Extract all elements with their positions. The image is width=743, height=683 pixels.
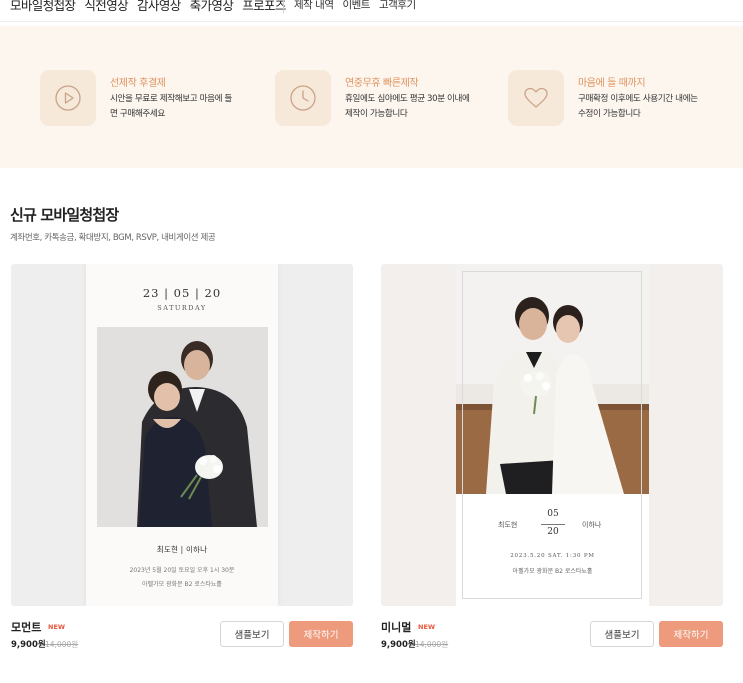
menu-item-pre-ceremony-video[interactable]: 식전영상	[84, 0, 128, 14]
product-name[interactable]: 모먼트	[11, 619, 41, 635]
original-price: 14,000원	[45, 640, 79, 649]
feature-title: 연중무휴 빠른제작	[345, 78, 419, 89]
wedding-month: 05	[547, 509, 559, 519]
sub-menu: 제작 내역 이벤트 고객후기	[294, 0, 416, 12]
wedding-datetime: 2023년 5월 20일 토요일 오후 1시 30분	[129, 567, 235, 574]
couple-names: 최도현 | 이하나	[156, 545, 208, 554]
feature-description: 구매확정 이후에도 사용기간 내에는 수정이 가능합니다	[578, 94, 698, 119]
wedding-weekday: SATURDAY	[157, 304, 207, 312]
wedding-day: 20	[547, 527, 559, 537]
menu-item-thanks-video[interactable]: 감사영상	[137, 0, 181, 14]
features-banner: 선제작 후결제 시안을 무료로 제작해보고 마음에 들면 구매해주세요 연중무휴…	[0, 26, 743, 168]
top-navigation: 모바일청첩장 식전영상 감사영상 축가영상 프로포즈 제작 내역 이벤트 고객후…	[0, 0, 743, 22]
heart-icon	[508, 70, 564, 126]
menu-item-order-history[interactable]: 제작 내역	[294, 0, 334, 12]
product-card-moment[interactable]: 23 | 05 | 20 SATURDAY 최도현 | 이하나 2023년 5월	[11, 264, 353, 606]
clock-icon	[275, 70, 331, 126]
nav-divider	[283, 0, 284, 13]
create-button[interactable]: 제작하기	[289, 621, 353, 647]
menu-item-reviews[interactable]: 고객후기	[379, 0, 416, 12]
wedding-venue: 아펠가모 광화문 B2 로스타뇨홀	[142, 581, 222, 588]
sample-button[interactable]: 샘플보기	[220, 621, 284, 647]
play-icon	[40, 70, 96, 126]
product-card-minimal[interactable]: 최도현 05 20 이하나 2023.5.20 SAT. 1:30 PM 아펠가…	[381, 264, 723, 606]
couple-photo	[97, 327, 268, 527]
invitation-preview: 최도현 05 20 이하나 2023.5.20 SAT. 1:30 PM 아펠가…	[456, 264, 649, 606]
invitation-preview: 23 | 05 | 20 SATURDAY 최도현 | 이하나 2023년 5월	[86, 264, 278, 606]
main-menu: 모바일청첩장 식전영상 감사영상 축가영상 프로포즈	[10, 0, 286, 14]
feature-title: 선제작 후결제	[110, 78, 166, 89]
feature-description: 시안을 무료로 제작해보고 마음에 들면 구매해주세요	[110, 94, 232, 119]
product-price: 9,900원	[11, 640, 46, 650]
date-divider	[541, 524, 565, 525]
section-title: 신규 모바일청첩장	[10, 206, 119, 224]
new-badge: NEW	[48, 623, 66, 631]
menu-item-proposal[interactable]: 프로포즈	[242, 0, 286, 14]
new-badge: NEW	[418, 623, 436, 631]
menu-item-mobile-invitation[interactable]: 모바일청첩장	[10, 0, 76, 14]
feature-title: 마음에 들 때까지	[578, 78, 646, 89]
couple-photo	[456, 264, 649, 494]
wedding-venue: 아펠가모 광화문 B2 로스타뇨홀	[512, 568, 593, 575]
product-price: 9,900원	[381, 640, 416, 650]
create-button[interactable]: 제작하기	[659, 621, 723, 647]
wedding-date: 23 | 05 | 20	[142, 286, 222, 300]
wedding-datetime: 2023.5.20 SAT. 1:30 PM	[510, 553, 595, 559]
menu-item-events[interactable]: 이벤트	[342, 0, 370, 12]
product-name[interactable]: 미니멀	[381, 619, 411, 635]
feature-description: 휴일에도 심야에도 평균 30분 이내에 제작이 가능합니다	[345, 94, 470, 119]
original-price: 14,000원	[415, 640, 449, 649]
sample-button[interactable]: 샘플보기	[590, 621, 654, 647]
bride-name: 이하나	[582, 521, 602, 529]
section-subtitle: 계좌번호, 카톡송금, 확대방지, BGM, RSVP, 내비게이션 제공	[10, 233, 216, 243]
menu-item-song-video[interactable]: 축가영상	[190, 0, 234, 14]
groom-name: 최도현	[498, 521, 518, 529]
